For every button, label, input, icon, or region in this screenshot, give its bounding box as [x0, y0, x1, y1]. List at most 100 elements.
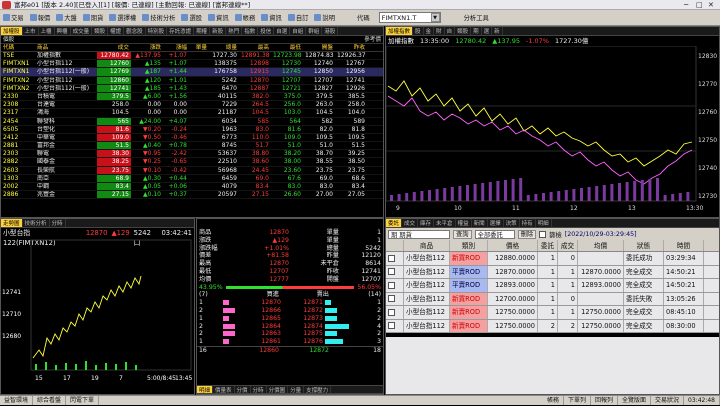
quote-col-header[interactable]: 最高 — [239, 44, 271, 51]
quote-row[interactable]: 2303 聯電 38.30 ▼0.95 -2.42 53637 38.80 38.20 38.7… — [1, 150, 383, 159]
account-select[interactable]: 期 期貨 — [388, 229, 450, 239]
menu-item-6[interactable]: 選股 — [178, 13, 205, 22]
futures-tab-2[interactable]: 分時 — [50, 219, 66, 227]
quote-row[interactable]: 1303 南亞 68.9 ▲0.30 +0.44 6459 69.0 67.6 69.0 68.6 — [1, 174, 383, 183]
index-tab-8[interactable]: 新 — [492, 27, 503, 35]
quote-tab-1[interactable]: 上市 — [23, 27, 39, 35]
index-tab-1[interactable]: 股 — [413, 27, 424, 35]
summary-tab-0[interactable]: 明細 — [197, 386, 214, 393]
status-item-1[interactable]: 綜合看盤 — [33, 396, 67, 405]
quote-col-header[interactable]: 成交 — [97, 44, 131, 51]
book-row[interactable]: 2 12864 12874 4 — [197, 323, 383, 331]
status-right-4[interactable]: 交易狀況 — [651, 396, 685, 405]
orders-tab-9[interactable]: 明細 — [536, 219, 552, 227]
orders-tab-5[interactable]: 新聞 — [472, 219, 488, 227]
quote-tab-4[interactable]: 成交量 — [71, 27, 93, 35]
order-row[interactable]: 小型台指112 平賣ROD 12893.0000 1 1 12893.0000 完全成交 14… — [386, 279, 719, 293]
orders-tab-2[interactable]: 庫存 — [418, 219, 435, 227]
quote-col-header[interactable]: 最低 — [271, 44, 303, 51]
query-button[interactable]: 查詢 — [453, 229, 472, 239]
orders-tab-4[interactable]: 權益 — [456, 219, 472, 227]
status-right-5[interactable]: 03:42:48 — [684, 396, 720, 405]
quote-tab-9[interactable]: 存託憑證 — [167, 27, 195, 35]
quote-tab-2[interactable]: 上櫃 — [39, 27, 55, 35]
orders-col-header[interactable]: 時間 — [664, 240, 704, 251]
quote-col-header[interactable]: 單量 — [189, 44, 209, 51]
quote-tab-6[interactable]: 權證 — [108, 27, 125, 35]
quote-row[interactable]: 2308 台達電 258.0 0.00 0.00 7229 264.5 256.0 263.0 2… — [1, 101, 383, 110]
quote-row[interactable]: 2454 聯發科 565 ▲24.00 +4.07 6034 585 564 582 589 — [1, 117, 383, 126]
quote-tab-12[interactable]: 熱門 — [226, 27, 243, 35]
orders-tab-1[interactable]: 成交 — [402, 219, 419, 227]
status-item-0[interactable]: 益智環境 — [0, 396, 34, 405]
index-tab-2[interactable]: 金 — [424, 27, 435, 35]
order-checkbox[interactable] — [388, 295, 395, 302]
status-right-0[interactable]: 帳務 — [543, 396, 564, 405]
menu-item-5[interactable]: 技術分析 — [139, 13, 178, 22]
summary-tab-5[interactable]: 分量 — [288, 386, 305, 393]
quote-row[interactable]: FIMTXN1 小型台指112(一般) 12769 ▲187 +1.44 176758 12… — [1, 68, 383, 77]
index-line-chart[interactable]: 12830 12770 12760 12750 12740 12730 9 10 11 12 13… — [386, 46, 719, 217]
quote-tab-5[interactable]: 類股 — [92, 27, 109, 35]
index-tab-3[interactable]: 財 — [434, 27, 445, 35]
menu-item-9[interactable]: 資訊 — [258, 13, 285, 22]
menu-item-3[interactable]: 期貨 — [80, 13, 107, 22]
orders-col-header[interactable] — [386, 240, 404, 251]
orders-tab-6[interactable]: 選擇 — [488, 219, 504, 227]
minimize-icon[interactable]: ─ — [684, 0, 688, 10]
book-row[interactable]: 1 12870 12871 1 — [197, 299, 383, 307]
quote-row[interactable]: 2330 台積電 379.5 ▲6.00 +1.56 40115 382.0 375.0 379… — [1, 92, 383, 102]
orders-tab-3[interactable]: 未平倉 — [434, 219, 456, 227]
status-right-1[interactable]: 下單列 — [564, 396, 591, 405]
order-select[interactable] — [386, 306, 404, 319]
orders-col-header[interactable]: 商品 — [404, 240, 450, 251]
quote-col-header[interactable]: 代碼 — [1, 44, 35, 51]
futures-tab-0[interactable]: 走勢圖 — [1, 219, 23, 227]
quote-tab-0[interactable]: 加權股 — [1, 27, 23, 35]
quote-tab-3[interactable]: 興櫃 — [55, 27, 71, 35]
index-tab-4[interactable]: 自 — [445, 27, 456, 35]
quote-row[interactable]: TSE 加權指數 12780.42 ▲137.95 +1.07 1727.30 12891.… — [1, 52, 383, 61]
quote-tab-18[interactable]: 港股 — [322, 27, 339, 35]
order-row[interactable]: 小型台指112 平賣ROD 12870.0000 1 1 12870.0000 完全成交 14… — [386, 265, 719, 279]
menu-item-1[interactable]: 報價 — [27, 13, 54, 22]
quote-col-header[interactable]: 開盤 — [303, 44, 335, 51]
order-select[interactable] — [386, 279, 404, 292]
book-row[interactable]: 1 12865 12873 2 — [197, 315, 383, 323]
quote-row[interactable]: 2886 兆豐金 27.15 ▲0.10 +0.37 20597 27.15 26.60 27.… — [1, 191, 383, 200]
menu-item-4[interactable]: 選擇權 — [106, 13, 139, 22]
futures-tab-1[interactable]: 技術分析 — [23, 219, 50, 227]
order-select[interactable] — [386, 252, 404, 265]
status-item-2[interactable]: 閃電下單 — [66, 396, 100, 405]
order-select[interactable] — [386, 319, 404, 332]
orders-col-header[interactable]: 委託 — [538, 240, 558, 251]
quote-row[interactable]: 2002 中鋼 83.4 ▲0.05 +0.06 4079 83.4 83.0 83.0 83.4 — [1, 183, 383, 192]
order-select[interactable] — [386, 265, 404, 278]
quote-tab-17[interactable]: 群組 — [306, 27, 323, 35]
order-row[interactable]: 小型台指112 新賣ROD 12750.0000 1 1 12750.0000 完全成交 08… — [386, 306, 719, 320]
book-row[interactable]: 2 12866 12872 2 — [197, 307, 383, 315]
orders-col-header[interactable]: 成交 — [558, 240, 578, 251]
filter-select[interactable]: 全部委託 — [474, 229, 515, 239]
summary-tab-2[interactable]: 分價 — [235, 386, 251, 393]
menu-analysis-tools[interactable]: 分析工具 — [461, 13, 492, 22]
quote-col-header[interactable]: 漲跌 — [131, 44, 163, 51]
quote-tab-13[interactable]: 指數 — [242, 27, 259, 35]
orders-col-header[interactable]: 均價 — [578, 240, 624, 251]
menu-item-10[interactable]: 自訂 — [285, 13, 312, 22]
quote-row[interactable]: 2603 長榮航 23.75 ▼0.10 -0.42 56968 24.45 23.60 23.… — [1, 166, 383, 175]
order-checkbox[interactable] — [388, 281, 395, 289]
orders-tab-0[interactable]: 委託 — [386, 219, 403, 227]
maximize-icon[interactable]: □ — [696, 0, 703, 10]
quote-tab-10[interactable]: 期權 — [194, 27, 211, 35]
order-row[interactable]: 小型台指112 新賣ROD 12750.0000 2 2 12750.0000 完全成交 08… — [386, 319, 719, 333]
futures-line-chart[interactable]: 12741 12710 12680 15 17 19 7 5:00/8:45 13:45 — [1, 238, 194, 394]
quote-tab-16[interactable]: 自組 — [290, 27, 307, 35]
symbol-combo[interactable]: FIMTXN1.T ▼ — [378, 12, 441, 23]
order-row[interactable]: 小型台指112 新買ROD 12880.0000 1 0 委託成功 03:29:34 — [386, 252, 719, 266]
index-tab-7[interactable]: 選 — [482, 27, 493, 35]
menu-item-0[interactable]: 交易 — [0, 13, 27, 22]
quote-tab-14[interactable]: 投信 — [258, 27, 275, 35]
summary-tab-4[interactable]: 分價圖 — [267, 386, 289, 393]
order-select[interactable] — [386, 292, 404, 305]
